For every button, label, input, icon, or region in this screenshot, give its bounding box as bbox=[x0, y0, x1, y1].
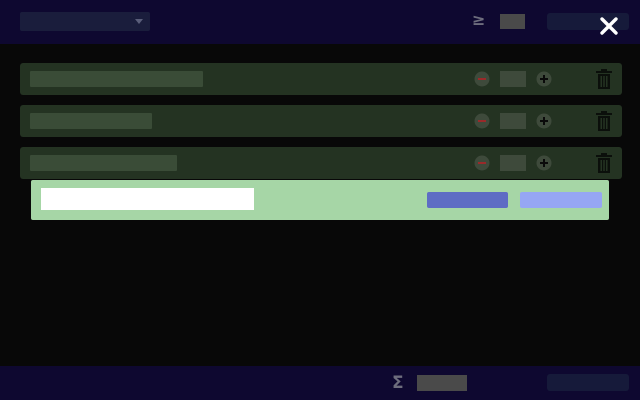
add-item-button[interactable] bbox=[427, 192, 508, 208]
sigma-icon: Σ bbox=[392, 373, 404, 393]
add-item-bar bbox=[31, 180, 609, 220]
list-item bbox=[20, 105, 622, 137]
new-item-input[interactable] bbox=[41, 188, 254, 210]
list-item bbox=[20, 63, 622, 95]
filter-select[interactable] bbox=[20, 12, 150, 31]
footer-action-button[interactable] bbox=[547, 374, 629, 391]
greater-equal-icon: ≥ bbox=[472, 10, 486, 29]
item-name bbox=[30, 155, 177, 171]
increment-icon[interactable] bbox=[536, 113, 552, 129]
close-icon[interactable] bbox=[597, 14, 621, 38]
list-item bbox=[20, 147, 622, 179]
quantity-input[interactable] bbox=[500, 113, 526, 129]
threshold-input[interactable] bbox=[500, 14, 525, 29]
app-window: ≥ Σ bbox=[0, 0, 640, 400]
increment-icon[interactable] bbox=[536, 155, 552, 171]
header-bar: ≥ bbox=[0, 0, 640, 44]
item-name bbox=[30, 71, 203, 87]
decrement-icon[interactable] bbox=[474, 113, 490, 129]
trash-icon[interactable] bbox=[596, 69, 612, 89]
trash-icon[interactable] bbox=[596, 153, 612, 173]
trash-icon[interactable] bbox=[596, 111, 612, 131]
quantity-input[interactable] bbox=[500, 155, 526, 171]
decrement-icon[interactable] bbox=[474, 71, 490, 87]
footer-bar: Σ bbox=[0, 366, 640, 400]
total-value bbox=[417, 375, 467, 391]
secondary-action-button[interactable] bbox=[520, 192, 602, 208]
decrement-icon[interactable] bbox=[474, 155, 490, 171]
increment-icon[interactable] bbox=[536, 71, 552, 87]
quantity-input[interactable] bbox=[500, 71, 526, 87]
item-name bbox=[30, 113, 152, 129]
chevron-down-icon bbox=[135, 19, 143, 24]
